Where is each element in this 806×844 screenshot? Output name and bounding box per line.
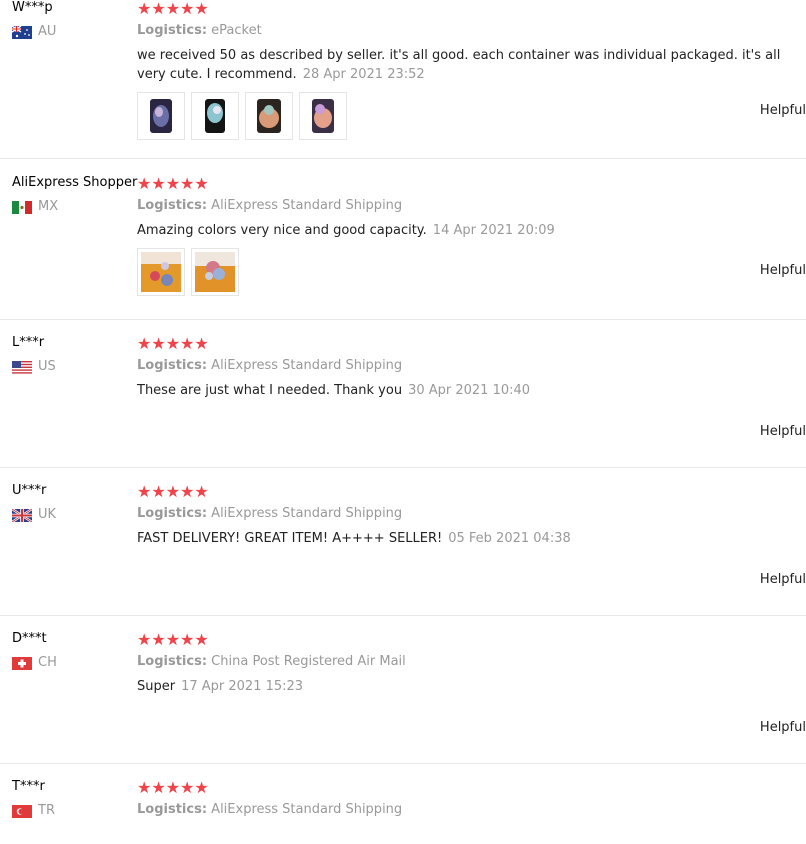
- reviewer-name: L***r: [12, 335, 45, 350]
- review-photo[interactable]: [299, 92, 347, 140]
- logistics-line: Logistics: China Post Registered Air Mai…: [137, 653, 792, 671]
- flag-mx-icon: [12, 200, 32, 214]
- reviewer-name: U***r: [12, 483, 47, 498]
- feedback-text: Super: [137, 679, 176, 694]
- review-date: 14 Apr 2021 20:09: [432, 223, 555, 238]
- logistics-method: China Post Registered Air Mail: [211, 654, 406, 669]
- review-content: ★★★★★ Logistics: China Post Registered A…: [137, 616, 806, 696]
- review-photos: [137, 92, 792, 140]
- reviewer-info: U***r UK: [12, 483, 56, 523]
- review-content: ★★★★★ Logistics: AliExpress Standard Shi…: [137, 159, 806, 296]
- reviewer-name: T***r: [12, 779, 45, 794]
- review-item: U***r UK ★★★★★ Logistics: AliExpress Sta…: [0, 468, 806, 616]
- flag-au-icon: [12, 25, 32, 39]
- review-date: 28 Apr 2021 23:52: [302, 67, 425, 82]
- review-photo[interactable]: [137, 92, 185, 140]
- review-photo[interactable]: [191, 248, 239, 296]
- reviewer-country: US: [12, 359, 56, 375]
- logistics-method: ePacket: [211, 23, 262, 38]
- review-photo[interactable]: [191, 92, 239, 140]
- flag-ch-icon: [12, 656, 32, 670]
- review-text: Super 17 Apr 2021 15:23: [137, 677, 792, 696]
- review-item: T***r TR ★★★★★ Logistics: AliExpress Sta…: [0, 764, 806, 844]
- reviewer-country: UK: [12, 507, 56, 523]
- review-item: L***r US ★★★★★ Logistics: AliExpress Sta…: [0, 320, 806, 468]
- feedback-text: Amazing colors very nice and good capaci…: [137, 223, 427, 238]
- review-photo[interactable]: [137, 248, 185, 296]
- logistics-method: AliExpress Standard Shipping: [211, 506, 403, 521]
- star-rating: ★★★★★: [137, 334, 209, 353]
- flag-us-icon: [12, 360, 32, 374]
- star-rating: ★★★★★: [137, 630, 209, 649]
- reviewer-info: L***r US: [12, 335, 56, 375]
- review-date: 30 Apr 2021 10:40: [408, 383, 531, 398]
- star-rating: ★★★★★: [137, 0, 209, 18]
- star-rating: ★★★★★: [137, 482, 209, 501]
- logistics-method: AliExpress Standard Shipping: [211, 198, 403, 213]
- star-rating: ★★★★★: [137, 174, 209, 193]
- review-text: Amazing colors very nice and good capaci…: [137, 221, 792, 240]
- country-code: MX: [38, 199, 59, 214]
- flag-uk-icon: [12, 508, 32, 522]
- review-date: 17 Apr 2021 15:23: [181, 679, 304, 694]
- review-text: we received 50 as described by seller. i…: [137, 46, 792, 84]
- helpful-button[interactable]: Helpful: [760, 720, 806, 735]
- reviewer-country: MX: [12, 199, 137, 215]
- feedback-text: FAST DELIVERY! GREAT ITEM! A++++ SELLER!: [137, 531, 443, 546]
- reviewer-name: W***p: [12, 0, 53, 15]
- logistics-label: Logistics:: [137, 654, 208, 669]
- review-date: 05 Feb 2021 04:38: [448, 531, 571, 546]
- helpful-button[interactable]: Helpful: [760, 572, 806, 587]
- review-text: These are just what I needed. Thank you 3…: [137, 381, 792, 400]
- review-content: ★★★★★ Logistics: ePacket we received 50 …: [137, 0, 806, 140]
- logistics-line: Logistics: AliExpress Standard Shipping: [137, 505, 792, 523]
- flag-tr-icon: [12, 804, 32, 818]
- country-code: US: [38, 359, 56, 374]
- logistics-label: Logistics:: [137, 358, 208, 373]
- star-rating: ★★★★★: [137, 778, 209, 797]
- helpful-button[interactable]: Helpful: [760, 424, 806, 439]
- reviewer-info: W***p AU: [12, 0, 56, 40]
- logistics-label: Logistics:: [137, 506, 208, 521]
- logistics-line: Logistics: AliExpress Standard Shipping: [137, 197, 792, 215]
- reviewer-country: AU: [12, 24, 56, 40]
- logistics-method: AliExpress Standard Shipping: [211, 358, 403, 373]
- helpful-button[interactable]: Helpful: [760, 103, 806, 118]
- review-item: W***p AU ★★★★★ Logistics: ePacket we rec…: [0, 0, 806, 159]
- helpful-button[interactable]: Helpful: [760, 263, 806, 278]
- reviewer-name: AliExpress Shopper: [12, 175, 138, 190]
- review-content: ★★★★★ Logistics: AliExpress Standard Shi…: [137, 468, 806, 548]
- review-photos: [137, 248, 792, 296]
- reviewer-name: D***t: [12, 631, 47, 646]
- reviewer-info: AliExpress Shopper MX: [12, 175, 137, 215]
- review-text: FAST DELIVERY! GREAT ITEM! A++++ SELLER!…: [137, 529, 792, 548]
- feedback-text: we received 50 as described by seller. i…: [137, 48, 781, 82]
- reviewer-info: T***r TR: [12, 779, 55, 819]
- logistics-line: Logistics: AliExpress Standard Shipping: [137, 357, 792, 375]
- feedback-text: These are just what I needed. Thank you: [137, 383, 403, 398]
- reviewer-country: CH: [12, 655, 57, 671]
- review-photo[interactable]: [245, 92, 293, 140]
- country-code: AU: [38, 24, 57, 39]
- logistics-line: Logistics: AliExpress Standard Shipping: [137, 801, 792, 819]
- logistics-label: Logistics:: [137, 23, 208, 38]
- country-code: CH: [38, 655, 57, 670]
- logistics-line: Logistics: ePacket: [137, 22, 792, 40]
- review-item: D***t CH ★★★★★ Logistics: China Post Reg…: [0, 616, 806, 764]
- review-list: W***p AU ★★★★★ Logistics: ePacket we rec…: [0, 0, 806, 844]
- country-code: UK: [38, 507, 57, 522]
- reviewer-info: D***t CH: [12, 631, 57, 671]
- review-item: AliExpress Shopper MX ★★★★★ Logistics: A…: [0, 159, 806, 320]
- review-content: ★★★★★ Logistics: AliExpress Standard Shi…: [137, 320, 806, 400]
- review-content: ★★★★★ Logistics: AliExpress Standard Shi…: [137, 764, 806, 819]
- reviewer-country: TR: [12, 803, 55, 819]
- logistics-label: Logistics:: [137, 198, 208, 213]
- country-code: TR: [38, 803, 55, 818]
